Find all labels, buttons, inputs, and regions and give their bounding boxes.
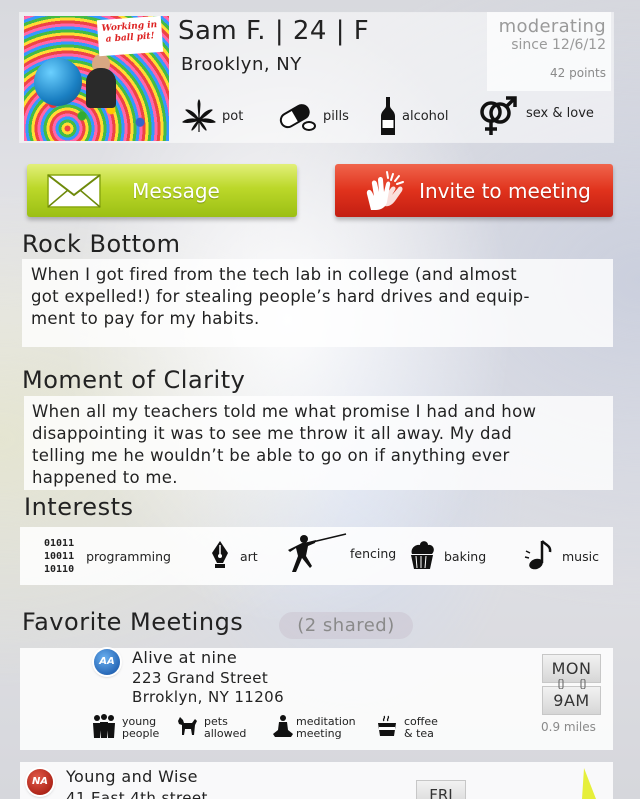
issue-label: pot xyxy=(222,108,244,124)
dog-icon xyxy=(176,715,198,741)
feature-pets-allowed: pets allowed xyxy=(176,711,246,745)
moderating-points: 42 points xyxy=(550,66,606,80)
pills-icon xyxy=(277,100,317,132)
interest-fencing: fencing xyxy=(286,527,396,585)
rock-bottom-text-line: got expelled!) for stealing people’s har… xyxy=(31,287,530,306)
clarity-text-line: happened to me. xyxy=(32,468,178,487)
interest-art: art xyxy=(208,527,258,585)
favorite-meetings-heading: Favorite Meetings xyxy=(22,608,244,636)
invite-to-meeting-button[interactable]: Invite to meeting xyxy=(335,164,613,217)
issue-label: pills xyxy=(323,108,349,124)
interest-baking: baking xyxy=(408,527,486,585)
moderating-since: since 12/6/12 xyxy=(511,37,606,53)
interests-heading: Interests xyxy=(24,493,134,521)
feature-label: young people xyxy=(122,714,160,740)
gender-symbols-icon xyxy=(476,95,518,137)
interest-label: baking xyxy=(444,548,487,564)
pen-nib-icon xyxy=(208,539,232,573)
interest-label: art xyxy=(240,548,258,564)
meeting-schedule: MON 9AM xyxy=(542,654,601,716)
profile-name: Sam F. | 24 | F xyxy=(178,16,370,46)
interest-label: fencing xyxy=(350,545,397,561)
meeting-time: 9AM xyxy=(542,686,601,715)
shared-count-badge[interactable]: (2 shared) xyxy=(279,612,413,639)
feature-meditation-meeting: meditation meeting xyxy=(272,711,356,745)
feature-label: pets allowed xyxy=(204,714,247,740)
clarity-text-line: telling me he wouldn’t be able to go on … xyxy=(32,446,510,465)
rock-bottom-panel: When I got fired from the tech lab in co… xyxy=(22,259,613,347)
issue-pills: pills xyxy=(277,96,349,136)
binary-icon: 01011 10011 10110 xyxy=(44,537,75,575)
feature-label: meditation meeting xyxy=(296,714,356,740)
meeting-distance: 0.9 miles xyxy=(541,720,596,734)
meeting-address: 223 Grand Street Brroklyn, NY 11206 xyxy=(132,669,285,706)
photo-sign: Working in a ball pit! xyxy=(96,16,164,57)
feature-label: coffee & tea xyxy=(404,714,438,740)
clarity-text-line: When all my teachers told me what promis… xyxy=(32,402,537,421)
aa-badge-icon: AA xyxy=(94,649,120,675)
meditation-icon xyxy=(272,714,294,742)
invite-button-label: Invite to meeting xyxy=(419,178,591,203)
music-note-icon xyxy=(524,537,554,575)
profile-location: Brooklyn, NY xyxy=(181,54,302,75)
interests-panel: 01011 10011 10110 programming art fencin… xyxy=(20,527,613,585)
issue-label: sex & love xyxy=(526,105,594,121)
coffee-cup-icon xyxy=(376,714,398,742)
feature-coffee-tea: coffee & tea xyxy=(376,711,438,745)
moment-of-clarity-panel: When all my teachers told me what promis… xyxy=(24,396,613,490)
meeting-address: 41 East 4th street xyxy=(66,789,208,799)
calendar-rings-icon xyxy=(558,679,586,689)
issue-sex-love: sex & love xyxy=(476,96,594,136)
interest-music: music xyxy=(524,527,599,585)
moderating-title: moderating xyxy=(498,16,606,37)
rock-bottom-text-line: When I got fired from the tech lab in co… xyxy=(31,265,517,284)
pot-leaf-icon xyxy=(182,98,216,134)
message-button-label: Message xyxy=(132,178,220,203)
cupcake-icon xyxy=(408,538,436,574)
new-indicator-icon xyxy=(582,768,596,799)
meeting-name[interactable]: Alive at nine xyxy=(132,648,237,667)
interest-label: programming xyxy=(86,548,171,564)
feature-young-people: young people xyxy=(92,711,159,745)
moment-of-clarity-heading: Moment of Clarity xyxy=(22,366,246,394)
issue-label: alcohol xyxy=(402,108,449,124)
rock-bottom-heading: Rock Bottom xyxy=(22,230,181,258)
interest-label: music xyxy=(562,548,599,564)
clapping-hands-icon xyxy=(349,170,419,212)
bottle-icon xyxy=(380,96,396,136)
people-icon xyxy=(92,713,116,743)
rock-bottom-text-line: ment to pay for my habits. xyxy=(31,309,260,328)
meeting-day: FRI xyxy=(416,780,466,799)
issue-alcohol: alcohol xyxy=(380,96,448,136)
clarity-text-line: disappointing it was to see me throw it … xyxy=(32,424,512,443)
message-button[interactable]: Message xyxy=(27,164,297,217)
fencer-icon xyxy=(286,530,348,582)
issue-pot: pot xyxy=(182,96,243,136)
interest-programming: 01011 10011 10110 programming xyxy=(44,527,171,585)
profile-photo[interactable]: Working in a ball pit! xyxy=(24,16,169,141)
envelope-icon xyxy=(39,173,109,209)
meeting-name[interactable]: Young and Wise xyxy=(66,767,198,786)
na-badge-icon: NA xyxy=(27,769,53,795)
